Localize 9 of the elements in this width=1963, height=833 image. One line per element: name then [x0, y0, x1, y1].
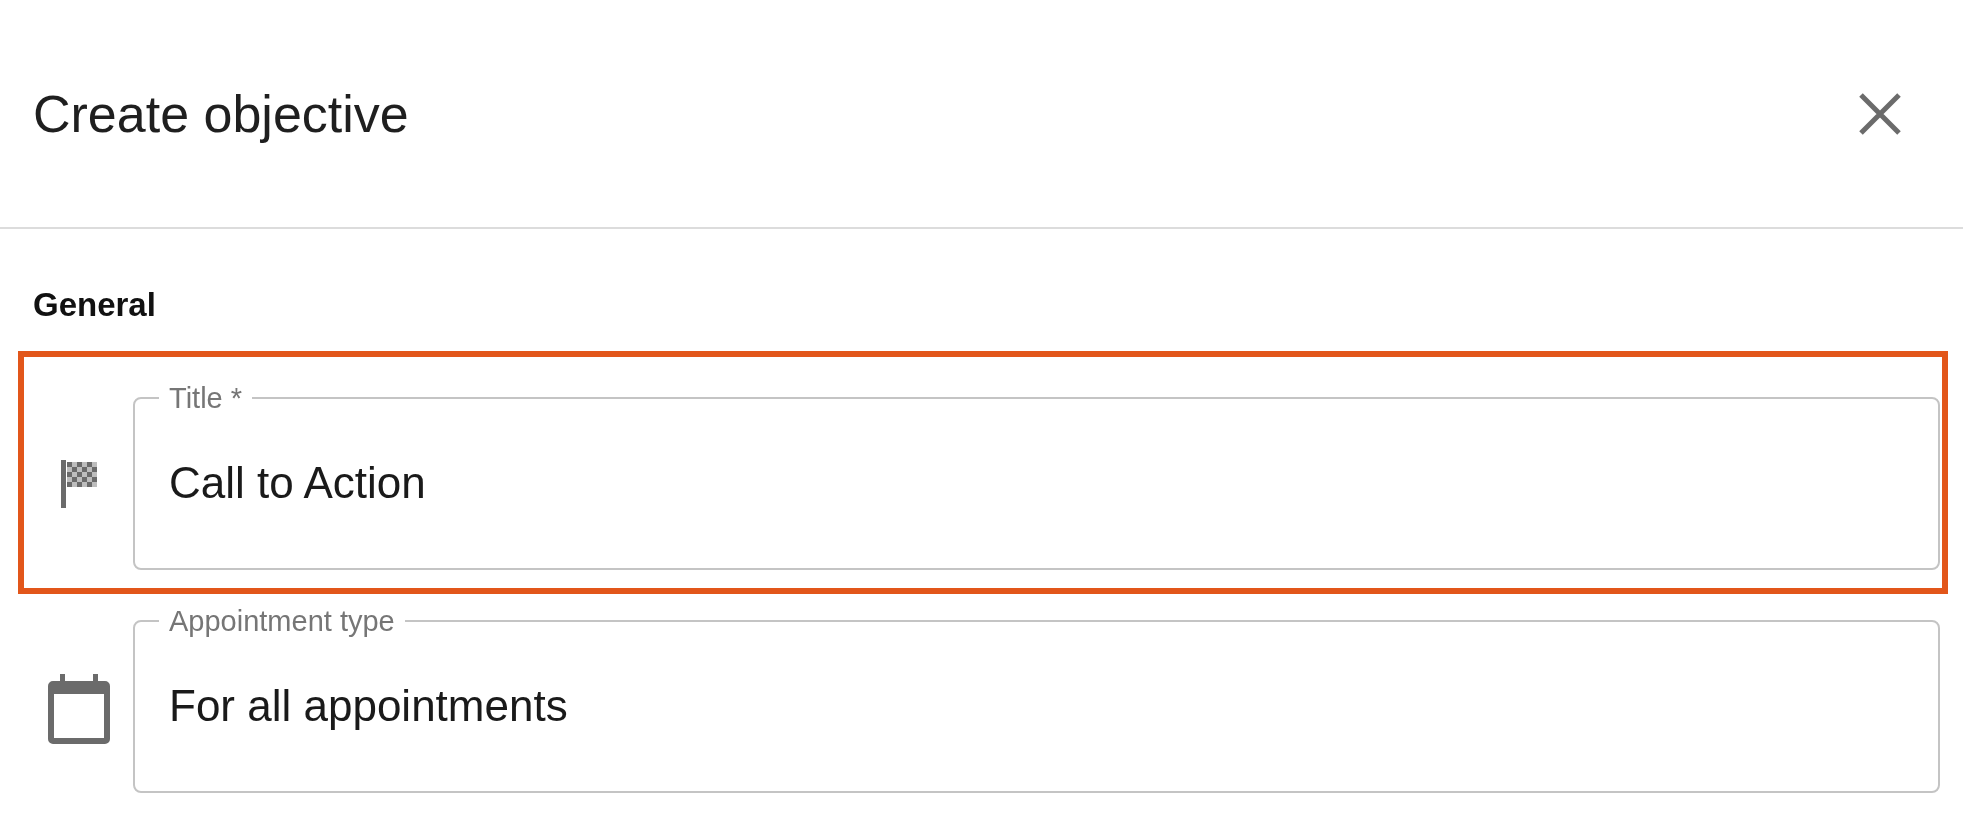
close-button[interactable] [1858, 91, 1902, 136]
dialog-title: Create objective [33, 83, 409, 144]
title-input[interactable]: Call to Action [169, 443, 1904, 523]
calendar-icon [47, 673, 110, 744]
section-heading: General [32, 285, 157, 325]
field-label: Title * [168, 381, 244, 415]
field-label: Appointment type [168, 604, 396, 638]
checkered-flag-icon [58, 459, 99, 508]
appointment-type-input[interactable]: For all appointments [169, 666, 1904, 746]
